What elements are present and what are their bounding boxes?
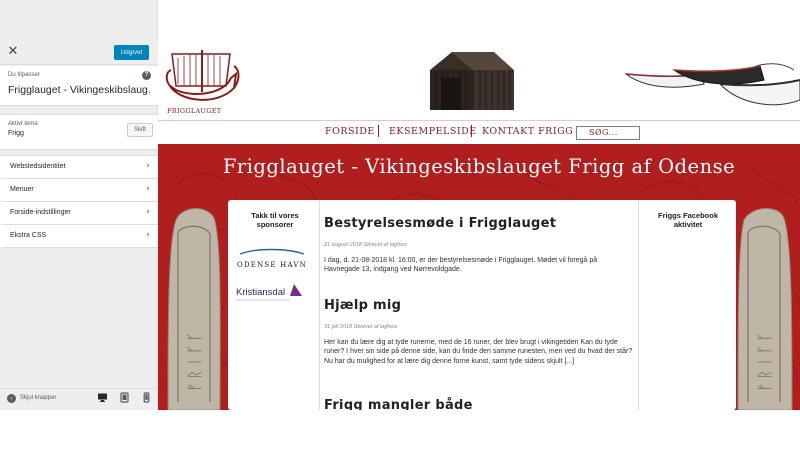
hide-controls-label[interactable]: Skjul knapper bbox=[20, 395, 56, 401]
nav-separator bbox=[378, 125, 379, 137]
publish-button[interactable]: Udgivet bbox=[114, 45, 149, 60]
sponsor-odense-havn: ODENSE HAVN bbox=[237, 261, 307, 269]
active-theme-name: Frigg bbox=[8, 130, 24, 137]
post-title[interactable]: Hjælp mig bbox=[324, 298, 401, 313]
post-title[interactable]: Frigg mangler både bbox=[324, 398, 473, 410]
help-icon[interactable]: ? bbox=[142, 71, 151, 80]
svg-text:ᚠᚱᛁᚴᚴ: ᚠᚱᛁᚴᚴ bbox=[755, 329, 774, 392]
customizing-label: Du tilpasser bbox=[8, 72, 40, 78]
runestone-left-image: ᚠᚱᛁᚴᚴ bbox=[167, 208, 221, 410]
post-title[interactable]: Bestyrelsesmøde i Frigglauget bbox=[324, 216, 556, 231]
nav-separator bbox=[471, 125, 472, 137]
tablet-icon[interactable] bbox=[119, 392, 130, 403]
facebook-widget-title: Friggs Facebook aktivitet bbox=[657, 211, 718, 229]
nav-item-sample-page[interactable]: EKSEMPELSIDE bbox=[389, 126, 477, 137]
logo-text[interactable]: FRIGGLAUGET bbox=[167, 107, 221, 115]
site-title[interactable]: Frigglauget - Vikingeskibslauget Frigg a… bbox=[158, 155, 800, 178]
panel-label: Forside-indstillinger bbox=[10, 209, 71, 216]
panel-label: Webstedsidentitet bbox=[10, 163, 66, 170]
panel-label: Ekstra CSS bbox=[10, 232, 47, 239]
main-navigation bbox=[158, 122, 800, 144]
boats-image bbox=[624, 63, 800, 106]
odense-havn-logo[interactable]: ODENSE HAVN bbox=[236, 248, 308, 270]
nav-item-home[interactable]: FORSIDE bbox=[325, 126, 375, 137]
chevron-right-icon: › bbox=[146, 184, 150, 194]
hide-controls-icon[interactable]: ‹ bbox=[7, 394, 16, 403]
chevron-right-icon: › bbox=[146, 161, 150, 171]
chevron-right-icon: › bbox=[146, 230, 150, 240]
header-divider bbox=[158, 120, 800, 121]
svg-text:ᚠᚱᛁᚴᚴ: ᚠᚱᛁᚴᚴ bbox=[185, 329, 204, 392]
post-excerpt: Her kan du lære dig at tyde runerne, med… bbox=[324, 339, 633, 365]
panel-label: Menuer bbox=[10, 186, 34, 193]
chevron-right-icon: › bbox=[146, 207, 150, 217]
panel-site-identity[interactable]: Webstedsidentitet › bbox=[0, 156, 158, 179]
search-input[interactable]: SØG... bbox=[576, 126, 640, 140]
post-excerpt: I dag, d. 21-08-2018 kl. 16:00, er der b… bbox=[324, 257, 598, 274]
post-meta: 31 juli 2018 Skrevet af lagfoss bbox=[324, 324, 398, 330]
runestone-right-image: ᚠᚱᛁᚴᚴ bbox=[737, 208, 793, 410]
site-preview: FRIGGLAUGET FORSIDE EKSEMPELSIDE KONTAKT… bbox=[158, 40, 800, 410]
sponsors-widget-title: Takk til vores sponsorer bbox=[251, 211, 299, 229]
logo-ship-icon[interactable] bbox=[162, 44, 242, 116]
sponsor-kristiansdal: Kristiansdal bbox=[236, 287, 285, 298]
panel-homepage-settings[interactable]: Forside-indstillinger › bbox=[0, 202, 158, 225]
active-theme-caption: Aktivt tema bbox=[8, 121, 38, 127]
kristiansdal-logo[interactable]: Kristiansdal bbox=[234, 280, 308, 304]
nav-item-contact[interactable]: KONTAKT FRIGG bbox=[482, 126, 573, 137]
panel-additional-css[interactable]: Ekstra CSS › bbox=[0, 225, 158, 248]
change-theme-button[interactable]: Skift bbox=[127, 123, 153, 137]
boathouse-image bbox=[430, 52, 514, 110]
desktop-icon[interactable] bbox=[97, 392, 108, 403]
customizer-sidebar: ✕ Udgivet Du tilpasser ? Frigglauget - V… bbox=[0, 0, 158, 410]
site-header: FRIGGLAUGET bbox=[158, 40, 800, 121]
mobile-icon[interactable] bbox=[141, 392, 152, 403]
panel-menus[interactable]: Menuer › bbox=[0, 179, 158, 202]
customizer-site-title: Frigglauget - Vikingeskibslaug… bbox=[8, 84, 150, 96]
close-icon[interactable]: ✕ bbox=[6, 45, 20, 59]
post-meta: 21 august 2018 Skrevet af lagfoss bbox=[324, 242, 408, 248]
